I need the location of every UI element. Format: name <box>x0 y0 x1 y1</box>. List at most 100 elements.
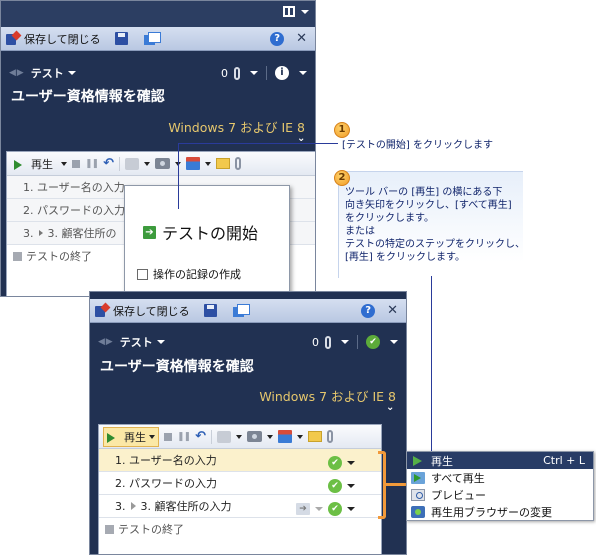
test-selector[interactable]: テスト <box>120 334 153 350</box>
go-to-step-icon[interactable]: ➔ <box>296 503 310 515</box>
menu-item-play[interactable]: 再生 Ctrl + L <box>407 452 593 469</box>
chevron-down-icon[interactable] <box>144 161 150 166</box>
record-action-option[interactable]: 操作の記録の作成 <box>137 266 241 282</box>
undo-icon[interactable]: ↶ <box>195 429 206 444</box>
play-button[interactable]: 再生 <box>11 155 56 173</box>
callout-2-text: ツール バーの [再生] の横にある下 向き矢印をクリックし、[すべて再生] を… <box>345 186 525 264</box>
paperclip-icon[interactable] <box>327 430 333 443</box>
camera-icon[interactable] <box>247 431 262 442</box>
chevron-down-icon[interactable]: ⌄ <box>386 402 394 413</box>
passed-icon[interactable]: ✔ <box>328 456 342 470</box>
copy-icon[interactable] <box>143 32 161 45</box>
menu-item-play-all[interactable]: すべて再生 <box>407 469 593 486</box>
chevron-down-icon[interactable] <box>156 340 165 344</box>
step-label: 2. パスワードの入力 <box>23 204 125 217</box>
preview-icon <box>411 488 425 501</box>
info-icon[interactable]: i <box>275 66 289 80</box>
callout-1-badge: 1 <box>334 122 350 138</box>
expand-icon[interactable] <box>38 230 43 236</box>
paperclip-icon[interactable] <box>235 157 241 170</box>
passed-icon[interactable]: ✔ <box>328 502 342 516</box>
chevron-down-icon <box>301 9 309 14</box>
command-bar: 保存して閉じる ? ✕ <box>1 27 315 51</box>
callout-2-line <box>431 276 432 452</box>
screenshot-icon[interactable] <box>186 157 200 170</box>
step-row[interactable]: 2. パスワードの入力 ✔ <box>99 472 381 495</box>
play-dropdown-arrow[interactable] <box>61 161 67 166</box>
end-icon <box>105 524 114 534</box>
paperclip-icon[interactable] <box>325 335 331 349</box>
start-test-button[interactable]: ➔ テストの開始 <box>143 220 258 244</box>
chevron-down-icon[interactable] <box>347 507 355 511</box>
expand-icon[interactable] <box>130 502 136 510</box>
layout-icon <box>283 6 295 17</box>
chevron-down-icon[interactable] <box>67 71 76 75</box>
close-icon[interactable]: ✕ <box>296 31 307 46</box>
play-all-icon <box>411 471 425 484</box>
chevron-down-icon[interactable] <box>250 71 258 75</box>
chevron-down-icon[interactable] <box>347 484 355 488</box>
step-label: 3. 顧客住所の入力 <box>140 500 232 513</box>
play-label: 再生 <box>31 157 53 171</box>
comment-icon[interactable] <box>216 158 230 169</box>
steps-toolbar: 再生 ❚❚ ↶ <box>7 152 315 176</box>
edit-step-icon[interactable] <box>217 430 231 443</box>
save-icon[interactable] <box>203 304 217 317</box>
screenshot-icon[interactable] <box>278 430 292 443</box>
step-label: 2. パスワードの入力 <box>115 477 217 490</box>
stop-icon[interactable] <box>72 159 80 168</box>
step-number: 3. <box>115 499 126 513</box>
play-dropdown-arrow[interactable] <box>149 434 155 439</box>
undo-icon[interactable]: ↶ <box>103 156 114 171</box>
test-selector[interactable]: テスト <box>31 65 64 81</box>
save-close-label: 保存して閉じる <box>24 32 101 46</box>
passed-icon[interactable]: ✔ <box>328 479 342 493</box>
chevron-down-icon[interactable] <box>297 434 303 439</box>
help-icon[interactable]: ? <box>361 303 376 318</box>
passed-icon[interactable]: ✔ <box>366 335 380 349</box>
end-label: テストの終了 <box>118 523 184 536</box>
pause-icon[interactable]: ❚❚ <box>85 159 99 169</box>
layout-button[interactable] <box>283 6 309 17</box>
paperclip-icon[interactable] <box>234 66 240 80</box>
chevron-down-icon[interactable] <box>347 461 355 465</box>
chevron-down-icon[interactable] <box>299 71 307 75</box>
save-close-icon <box>6 32 20 46</box>
step-status-group: ✔ <box>328 479 355 493</box>
camera-icon[interactable] <box>155 158 170 169</box>
stop-icon[interactable] <box>164 432 172 441</box>
bracket-connector <box>386 483 406 486</box>
edit-step-icon[interactable] <box>125 157 139 170</box>
save-close-button[interactable]: 保存して閉じる <box>95 303 204 319</box>
save-close-label: 保存して閉じる <box>113 304 190 318</box>
pause-icon[interactable]: ❚❚ <box>177 432 191 442</box>
step-row[interactable]: 3. 3. 顧客住所の入力 ➔ ✔ <box>99 495 381 518</box>
record-checkbox[interactable] <box>137 268 148 280</box>
steps-panel: 再生 ❚❚ ↶ 1. ユーザー名の入力 ✔ 2. パスワードの入力 ✔ 3. 3… <box>98 424 382 554</box>
menu-item-shortcut: Ctrl + L <box>543 454 585 467</box>
menu-item-preview[interactable]: プレビュー <box>407 486 593 503</box>
nav-arrows-icon[interactable]: ◀ ▶ <box>98 337 113 347</box>
copy-icon[interactable] <box>232 304 250 317</box>
chevron-down-icon[interactable] <box>341 340 349 344</box>
test-title: ユーザー資格情報を確認 <box>11 89 165 105</box>
save-icon[interactable] <box>114 32 128 45</box>
save-close-button[interactable]: 保存して閉じる <box>6 31 115 47</box>
chevron-down-icon[interactable] <box>267 434 273 439</box>
comment-icon[interactable] <box>308 431 322 442</box>
chevron-down-icon[interactable] <box>390 340 398 344</box>
chevron-down-icon[interactable] <box>236 434 242 439</box>
arrow-right-icon: ➔ <box>143 225 156 239</box>
step-row[interactable]: 1. ユーザー名の入力 ✔ <box>99 449 381 472</box>
nav-arrows-icon[interactable]: ◀ ▶ <box>9 68 24 78</box>
play-button[interactable]: 再生 <box>103 426 159 447</box>
help-icon[interactable]: ? <box>270 31 285 46</box>
start-test-popup: ➔ テストの開始 操作の記録の作成 <box>124 185 290 297</box>
close-icon[interactable]: ✕ <box>387 303 398 318</box>
chevron-down-icon[interactable] <box>315 507 323 511</box>
callout-2-line: ツール バーの [再生] の横にある下 <box>345 187 503 198</box>
separator <box>357 335 358 349</box>
separator <box>266 66 267 80</box>
chevron-down-icon[interactable] <box>205 161 211 166</box>
menu-item-change-browser[interactable]: 再生用ブラウザーの変更 <box>407 503 593 520</box>
